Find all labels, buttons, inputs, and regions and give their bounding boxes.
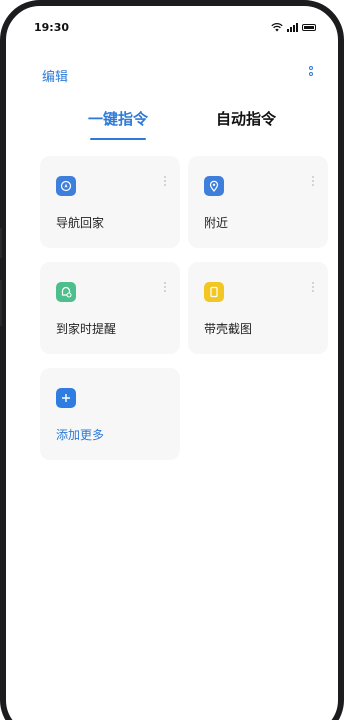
shortcut-label: 带壳截图 <box>204 322 253 336</box>
shortcut-card-navigate-home[interactable]: 导航回家 <box>40 156 180 248</box>
battery-icon <box>302 23 316 31</box>
shortcut-card-framed-screenshot[interactable]: 带壳截图 <box>188 262 328 354</box>
tab-active-indicator <box>90 138 146 140</box>
navigation-icon <box>56 176 76 196</box>
more-vertical-icon[interactable] <box>306 66 316 82</box>
tab-one-click[interactable]: 一键指令 <box>88 108 148 129</box>
card-more-icon[interactable] <box>312 176 314 186</box>
add-more-label: 添加更多 <box>56 428 105 442</box>
tab-auto[interactable]: 自动指令 <box>216 108 276 129</box>
signal-icon <box>287 22 298 32</box>
shortcut-label: 附近 <box>204 216 229 230</box>
status-bar: 19:30 <box>34 18 316 36</box>
location-pin-icon <box>204 176 224 196</box>
status-time: 19:30 <box>34 20 70 34</box>
side-button <box>0 280 2 326</box>
shortcut-label: 导航回家 <box>56 216 105 230</box>
card-more-icon[interactable] <box>164 282 166 292</box>
shortcut-label: 到家时提醒 <box>56 322 117 336</box>
status-icons <box>271 22 316 32</box>
edit-button[interactable]: 编辑 <box>42 66 68 85</box>
plus-icon <box>56 388 76 408</box>
volume-button <box>0 228 2 258</box>
phone-frame: 19:30 编辑 一键指令 自动指令 导航回家 附近 到家时提醒 带壳截图 添加… <box>0 0 344 720</box>
shortcut-card-nearby[interactable]: 附近 <box>188 156 328 248</box>
top-bar: 编辑 <box>42 64 316 85</box>
shortcut-card-home-reminder[interactable]: 到家时提醒 <box>40 262 180 354</box>
home-bell-icon <box>56 282 76 302</box>
phone-frame-icon <box>204 282 224 302</box>
card-more-icon[interactable] <box>312 282 314 292</box>
card-more-icon[interactable] <box>164 176 166 186</box>
tab-bar: 一键指令 自动指令 <box>6 108 338 144</box>
wifi-icon <box>271 22 283 32</box>
add-more-card[interactable]: 添加更多 <box>40 368 180 460</box>
